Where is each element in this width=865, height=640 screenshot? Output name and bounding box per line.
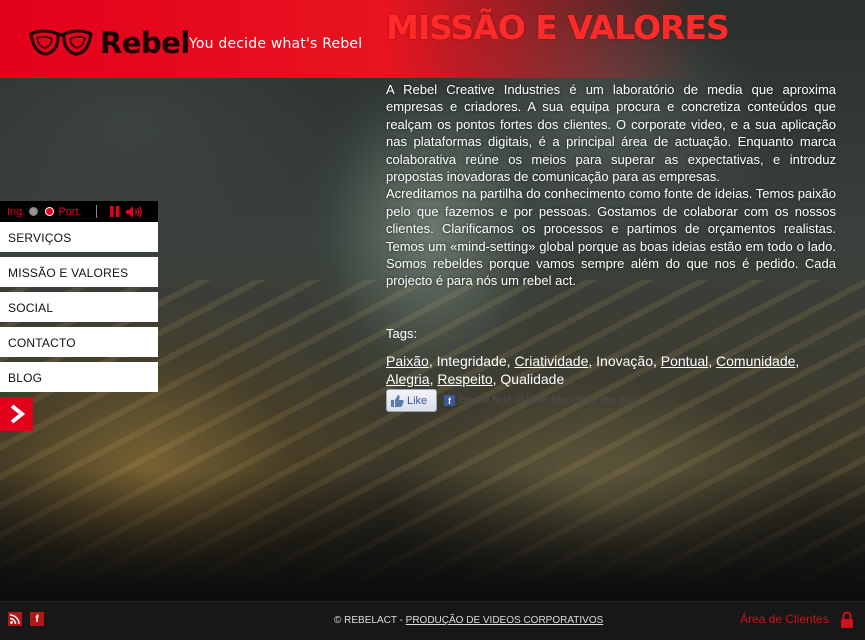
copyright: © REBELACT - PRODUÇÃO DE VIDEOS CORPORAT… — [334, 615, 603, 626]
header: Rebel You decide what's Rebel MISSÃO E V… — [0, 0, 865, 78]
facebook-icon: f — [444, 395, 455, 406]
language-english[interactable]: Ing. — [7, 205, 39, 218]
tag-text: Qualidade — [500, 371, 565, 388]
paragraph-1: A Rebel Creative Industries é um laborat… — [386, 82, 836, 185]
language-portuguese[interactable]: Port. — [45, 205, 82, 218]
facebook-icon[interactable]: f — [30, 612, 44, 626]
tag-link[interactable]: Comunidade — [716, 353, 795, 369]
paragraph-2: Acreditamos na partilha do conhecimento … — [386, 186, 836, 289]
glasses-logo-icon — [29, 29, 93, 56]
language-bar: Ing. Port. — [0, 201, 158, 222]
nav-item-social[interactable]: SOCIAL — [0, 292, 158, 322]
tagline: You decide what's Rebel — [189, 36, 363, 52]
tag-text: Integridade — [436, 353, 507, 369]
speaker-icon — [125, 205, 142, 218]
main-nav: SERVIÇOS MISSÃO E VALORES SOCIAL CONTACT… — [0, 222, 158, 397]
facebook-like-text: Be the first of your friends to like thi… — [459, 395, 640, 406]
nav-item-blog[interactable]: BLOG — [0, 362, 158, 392]
nav-item-missao-e-valores[interactable]: MISSÃO E VALORES — [0, 257, 158, 287]
tag-list: Paixão, Integridade, Criatividade, Inova… — [386, 353, 800, 388]
copyright-text: © REBELACT - — [334, 615, 406, 626]
tag-link[interactable]: Paixão — [386, 353, 429, 369]
nav-item-servicos[interactable]: SERVIÇOS — [0, 222, 158, 252]
tags-label: Tags: — [386, 326, 418, 341]
tag-link[interactable]: Alegria — [386, 371, 430, 387]
tag-link[interactable]: Pontual — [661, 353, 708, 369]
page-title: MISSÃO E VALORES — [386, 8, 730, 47]
radio-portuguese-icon — [45, 207, 55, 216]
sound-button[interactable] — [125, 205, 143, 218]
facebook-like-label: Like — [407, 394, 428, 407]
logo[interactable]: Rebel — [28, 26, 190, 60]
tag-link[interactable]: Respeito — [437, 371, 492, 387]
tag-text: Inovação — [596, 353, 653, 369]
background-fade — [0, 470, 865, 600]
radio-english-icon — [29, 207, 39, 216]
rss-icon[interactable] — [8, 612, 22, 626]
language-english-label: Ing. — [7, 205, 26, 218]
facebook-like: Like f Be the first of your friends to l… — [386, 389, 639, 412]
chevron-right-icon — [10, 404, 25, 424]
lock-icon[interactable] — [840, 611, 854, 629]
divider — [95, 205, 97, 218]
brand-name: Rebel — [100, 26, 190, 60]
thumbs-up-icon — [391, 394, 404, 407]
pause-icon — [109, 206, 120, 217]
nav-toggle-button[interactable] — [0, 397, 33, 431]
client-area-link[interactable]: Área de Clientes — [740, 612, 829, 626]
mission-text: A Rebel Creative Industries é um laborat… — [386, 81, 836, 290]
facebook-like-button[interactable]: Like — [386, 389, 437, 412]
language-portuguese-label: Port. — [58, 205, 82, 218]
pause-button[interactable] — [109, 206, 120, 217]
footer: f © REBELACT - PRODUÇÃO DE VIDEOS CORPOR… — [0, 601, 865, 640]
rss-glyph-icon — [10, 614, 20, 624]
copyright-link[interactable]: PRODUÇÃO DE VIDEOS CORPORATIVOS — [406, 615, 604, 626]
nav-item-contacto[interactable]: CONTACTO — [0, 327, 158, 357]
footer-social-icons: f — [8, 612, 52, 626]
tag-link[interactable]: Criatividade — [514, 353, 588, 369]
